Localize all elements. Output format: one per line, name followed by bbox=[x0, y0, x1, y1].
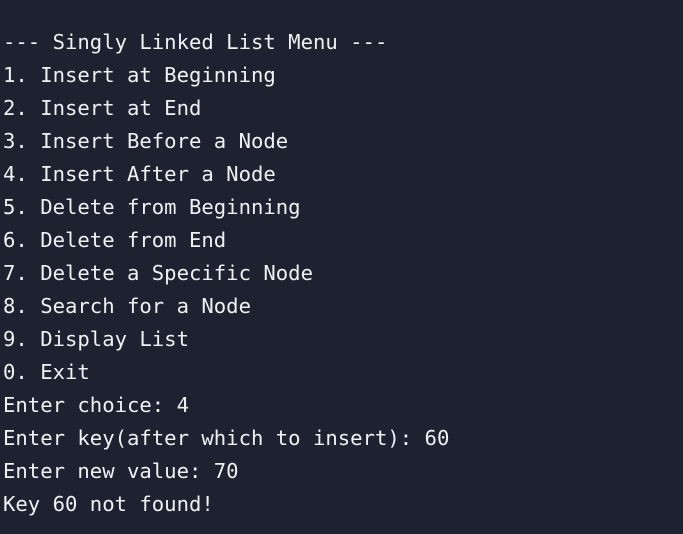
menu-option-insert-beginning: 1. Insert at Beginning bbox=[3, 63, 276, 87]
menu-option-delete-specific: 7. Delete a Specific Node bbox=[3, 261, 313, 285]
menu-option-delete-end: 6. Delete from End bbox=[3, 228, 227, 252]
menu-title: --- Singly Linked List Menu --- bbox=[3, 30, 388, 54]
menu-option-exit: 0. Exit bbox=[3, 360, 90, 384]
menu-option-delete-beginning: 5. Delete from Beginning bbox=[3, 195, 301, 219]
status-message: Key 60 not found! bbox=[3, 492, 214, 516]
terminal-output[interactable]: --- Singly Linked List Menu --- 1. Inser… bbox=[0, 0, 683, 534]
prompt-new-value: Enter new value: 70 bbox=[3, 459, 239, 483]
prompt-key: Enter key(after which to insert): 60 bbox=[3, 426, 450, 450]
prompt-choice: Enter choice: 4 bbox=[3, 393, 189, 417]
menu-option-insert-after: 4. Insert After a Node bbox=[3, 162, 276, 186]
menu-option-search: 8. Search for a Node bbox=[3, 294, 251, 318]
menu-option-display: 9. Display List bbox=[3, 327, 189, 351]
menu-option-insert-end: 2. Insert at End bbox=[3, 96, 202, 120]
menu-option-insert-before: 3. Insert Before a Node bbox=[3, 129, 289, 153]
